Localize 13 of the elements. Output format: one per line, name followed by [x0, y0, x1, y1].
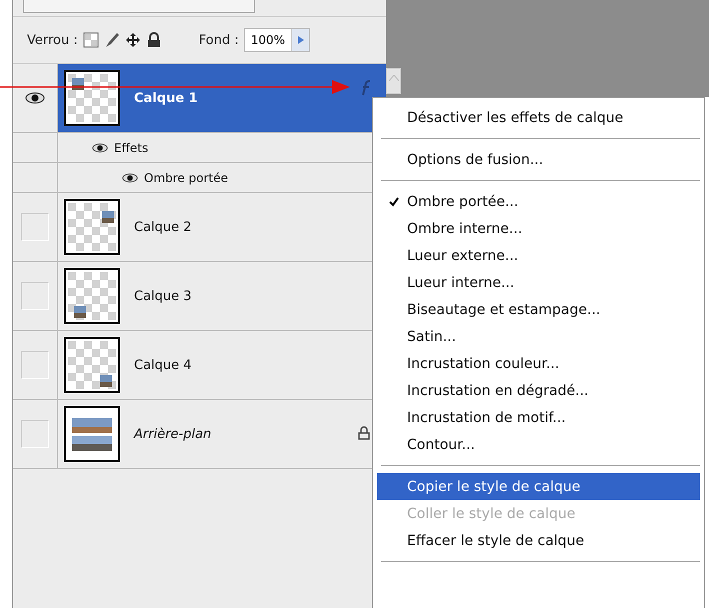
menu-item[interactable]: Options de fusion...: [377, 146, 700, 173]
effects-label: Effets: [114, 140, 148, 154]
menu-item[interactable]: Effacer le style de calque: [377, 527, 700, 554]
fill-label: Fond :: [198, 32, 239, 48]
layer-row[interactable]: Calque 1: [58, 64, 386, 132]
layer-name: Calque 3: [134, 288, 192, 304]
layer-name: Arrière-plan: [134, 426, 212, 442]
layer-name: Calque 1: [134, 90, 198, 106]
layer-name: Calque 2: [134, 220, 192, 234]
lock-label: Verrou :: [27, 32, 78, 48]
layer-name: Calque 4: [134, 358, 192, 372]
effect-name: Ombre portée: [144, 170, 228, 184]
menu-item[interactable]: Copier le style de calque: [377, 473, 700, 500]
